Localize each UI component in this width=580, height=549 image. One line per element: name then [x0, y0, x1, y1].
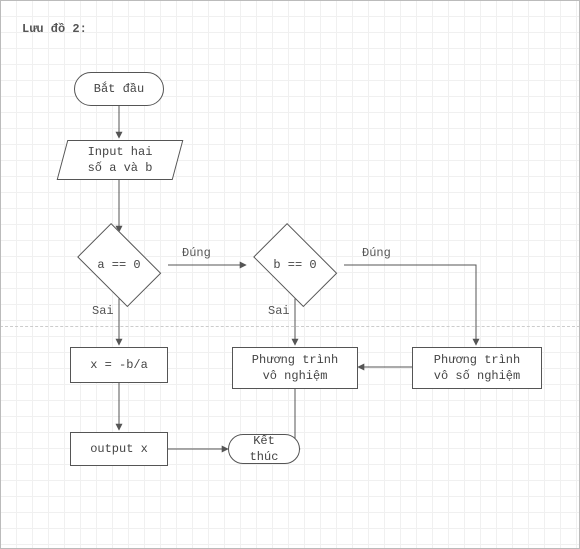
node-inf-solution-label: Phương trìnhvô số nghiệm [434, 352, 520, 384]
node-output-x: output x [70, 432, 168, 466]
edge-label-b-false: Sai [268, 304, 290, 318]
node-no-solution-label: Phương trìnhvô nghiệm [252, 352, 338, 384]
node-input-ab-label: Input haisố a và b [62, 140, 178, 180]
node-decision-a-label: a == 0 [70, 232, 168, 298]
edge-label-b-true: Đúng [362, 246, 391, 260]
node-decision-b-label: b == 0 [246, 232, 344, 298]
node-calc-x-label: x = -b/a [90, 357, 148, 373]
node-end-label: Kết thúc [237, 433, 291, 465]
node-decision-b: b == 0 [246, 232, 344, 298]
edge-label-a-false: Sai [92, 304, 114, 318]
node-output-x-label: output x [90, 441, 148, 457]
node-start-label: Bắt đầu [94, 81, 144, 97]
node-calc-x: x = -b/a [70, 347, 168, 383]
node-input-ab: Input haisố a và b [62, 140, 178, 180]
edge-label-a-true: Đúng [182, 246, 211, 260]
node-no-solution: Phương trìnhvô nghiệm [232, 347, 358, 389]
node-decision-a: a == 0 [70, 232, 168, 298]
node-start: Bắt đầu [74, 72, 164, 106]
flowchart-canvas: Lưu đồ 2: Bắt đầu Input hai [0, 0, 580, 549]
node-inf-solution: Phương trìnhvô số nghiệm [412, 347, 542, 389]
node-end: Kết thúc [228, 434, 300, 464]
